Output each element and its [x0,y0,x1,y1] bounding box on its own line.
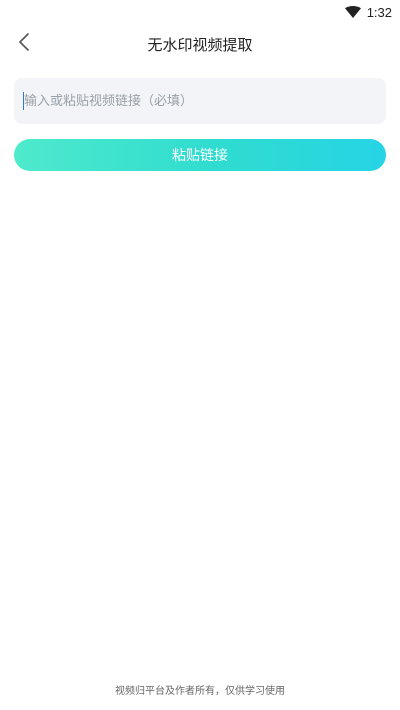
paste-link-button[interactable]: 粘贴链接 [14,139,386,171]
text-cursor [23,92,24,110]
nav-bar: 无水印视频提取 [0,24,400,64]
status-time: 1:32 [366,4,392,20]
status-indicators: 1:32 [344,2,392,22]
wifi-icon [344,6,361,18]
footer-disclaimer: 视频归平台及作者所有，仅供学习使用 [115,686,285,697]
page-title: 无水印视频提取 [147,36,253,54]
link-input[interactable] [14,78,386,124]
link-input-container [14,78,386,124]
status-bar: 1:32 [0,0,400,24]
